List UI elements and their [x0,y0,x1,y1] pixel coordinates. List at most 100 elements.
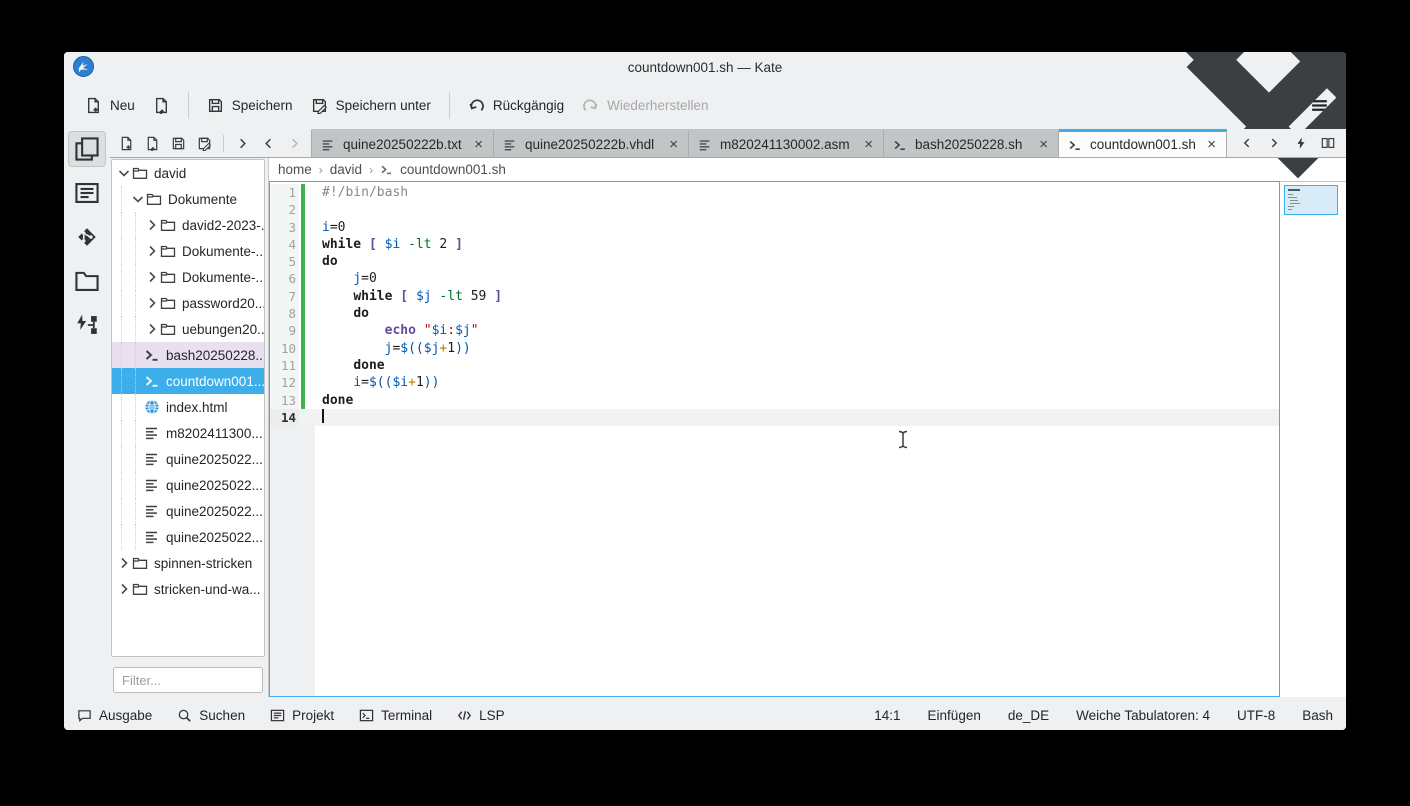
open-button[interactable] [144,91,179,120]
undo-button[interactable]: Rückgängig [459,91,573,120]
code-text[interactable]: do [307,305,1279,322]
save-button[interactable]: Speichern [198,91,302,120]
tree-item-quine2025022-[interactable]: quine2025022... [112,446,264,472]
code-line-4[interactable]: 4while [ $i -lt 2 ] [270,236,1279,253]
tab-bash20250228.sh[interactable]: bash20250228.sh× [884,129,1059,157]
code-line-10[interactable]: 10 j=$(($j+1)) [270,340,1279,357]
tab-close-button[interactable]: × [473,137,484,152]
new-button[interactable]: Neu [76,91,144,120]
statusbar-terminal-button[interactable]: Terminal [359,708,432,723]
expander-closed-icon[interactable] [144,295,160,311]
code-line-9[interactable]: 9 echo "$i:$j" [270,322,1279,339]
code-text[interactable]: done [307,392,1279,409]
breadcrumb-segment-david[interactable]: david [330,162,362,177]
dock-project-panel-button[interactable] [68,175,106,211]
code-text[interactable] [307,409,1279,426]
tree-item-david[interactable]: david [112,160,264,186]
tab-countdown001.sh[interactable]: countdown001.sh× [1059,129,1227,157]
tree-item-index-html[interactable]: index.html [112,394,264,420]
statusbar-project-button[interactable]: Projekt [270,708,334,723]
tree-item-password20-[interactable]: password20... [112,290,264,316]
tab-m820241130002.asm[interactable]: m820241130002.asm× [689,129,884,157]
code-line-3[interactable]: 3i=0 [270,219,1279,236]
tab-close-button[interactable]: × [1038,137,1049,152]
tree-item-Dokumente[interactable]: Dokumente [112,186,264,212]
breadcrumb-segment-home[interactable]: home [278,162,312,177]
expander-closed-icon[interactable] [144,321,160,337]
expander-closed-icon[interactable] [144,269,160,285]
tree-item-bash20250228-[interactable]: bash20250228.... [112,342,264,368]
statusbar-highlighting[interactable]: Bash [1302,708,1333,723]
code-text[interactable]: while [ $j -lt 59 ] [307,288,1279,305]
tab-quine20250222b.txt[interactable]: quine20250222b.txt× [311,129,494,157]
close-button[interactable] [1317,58,1336,77]
expander-open-icon[interactable] [116,165,132,181]
dock-git-button[interactable] [68,219,106,255]
tree-item-spinnen-stricken[interactable]: spinnen-stricken [112,550,264,576]
statusbar-lsp-button[interactable]: LSP [457,708,505,723]
text-editor[interactable]: 1#!/bin/bash23i=04while [ $i -lt 2 ]5do6… [269,181,1280,697]
tree-item-stricken-und-wa-[interactable]: stricken-und-wa... [112,576,264,602]
expander-open-icon[interactable] [130,191,146,207]
code-line-12[interactable]: 12 i=$(($i+1)) [270,374,1279,391]
statusbar-input-mode[interactable]: Einfügen [928,708,981,723]
minimap-visible-region[interactable] [1284,185,1338,215]
statusbar-cursor-position[interactable]: 14:1 [874,708,900,723]
code-line-13[interactable]: 13done [270,392,1279,409]
tree-item-quine2025022-[interactable]: quine2025022... [112,524,264,550]
history-forward-button[interactable] [235,136,250,151]
minimap-scrollbar[interactable] [1280,181,1346,697]
statusbar-output-button[interactable]: Ausgabe [77,708,152,723]
dock-symbols-button[interactable] [68,307,106,343]
tree-item-m8202411300-[interactable]: m8202411300... [112,420,264,446]
expander-closed-icon[interactable] [116,581,132,597]
save-as-button[interactable]: Speichern unter [302,91,440,120]
split-view-button[interactable] [1321,136,1335,150]
tree-item-Dokumente-[interactable]: Dokumente-... [112,264,264,290]
dock-documents-button[interactable] [68,131,106,167]
tab-close-button[interactable]: × [863,137,874,152]
expander-closed-icon[interactable] [116,555,132,571]
quick-open-button[interactable] [1294,136,1308,150]
tree-item-david2-2023-[interactable]: david2-2023-... [112,212,264,238]
code-text[interactable]: done [307,357,1279,374]
tree-item-countdown001-[interactable]: countdown001... [112,368,264,394]
tree-item-uebungen20-[interactable]: uebungen20... [112,316,264,342]
code-line-6[interactable]: 6 j=0 [270,270,1279,287]
editor-empty-area[interactable] [270,426,1279,696]
statusbar-encoding[interactable]: UTF-8 [1237,708,1275,723]
code-text[interactable]: j=0 [307,270,1279,287]
tabs-scroll-right-button[interactable] [1267,136,1281,150]
tab-close-button[interactable]: × [668,137,679,152]
tree-item-quine2025022-[interactable]: quine2025022... [112,472,264,498]
code-line-5[interactable]: 5do [270,253,1279,270]
open-document-button[interactable] [145,136,160,151]
code-text[interactable]: i=$(($i+1)) [307,374,1279,391]
expander-closed-icon[interactable] [144,243,160,259]
save-document-as-button[interactable] [197,136,212,151]
new-document-button[interactable] [119,136,134,151]
code-text[interactable]: do [307,253,1279,270]
history-back-button[interactable] [261,136,276,151]
save-document-button[interactable] [171,136,186,151]
statusbar-search-button[interactable]: Suchen [177,708,245,723]
documents-filter-input[interactable] [113,667,263,693]
tab-quine20250222b.vhdl[interactable]: quine20250222b.vhdl× [494,129,689,157]
tab-close-button[interactable]: × [1206,137,1217,152]
code-line-7[interactable]: 7 while [ $j -lt 59 ] [270,288,1279,305]
code-text[interactable]: j=$(($j+1)) [307,340,1279,357]
tree-item-Dokumente-[interactable]: Dokumente-... [112,238,264,264]
statusbar-tab-mode[interactable]: Weiche Tabulatoren: 4 [1076,708,1210,723]
statusbar-dictionary[interactable]: de_DE [1008,708,1049,723]
dock-filesystem-button[interactable] [68,263,106,299]
code-text[interactable]: echo "$i:$j" [307,322,1279,339]
code-text[interactable]: i=0 [307,219,1279,236]
expander-closed-icon[interactable] [144,217,160,233]
tabs-scroll-left-button[interactable] [1240,136,1254,150]
code-line-14[interactable]: 14 [270,409,1279,426]
tree-item-quine2025022-[interactable]: quine2025022... [112,498,264,524]
code-line-11[interactable]: 11 done [270,357,1279,374]
code-line-8[interactable]: 8 do [270,305,1279,322]
code-text[interactable]: while [ $i -lt 2 ] [307,236,1279,253]
breadcrumb-file-label[interactable]: countdown001.sh [400,162,506,177]
